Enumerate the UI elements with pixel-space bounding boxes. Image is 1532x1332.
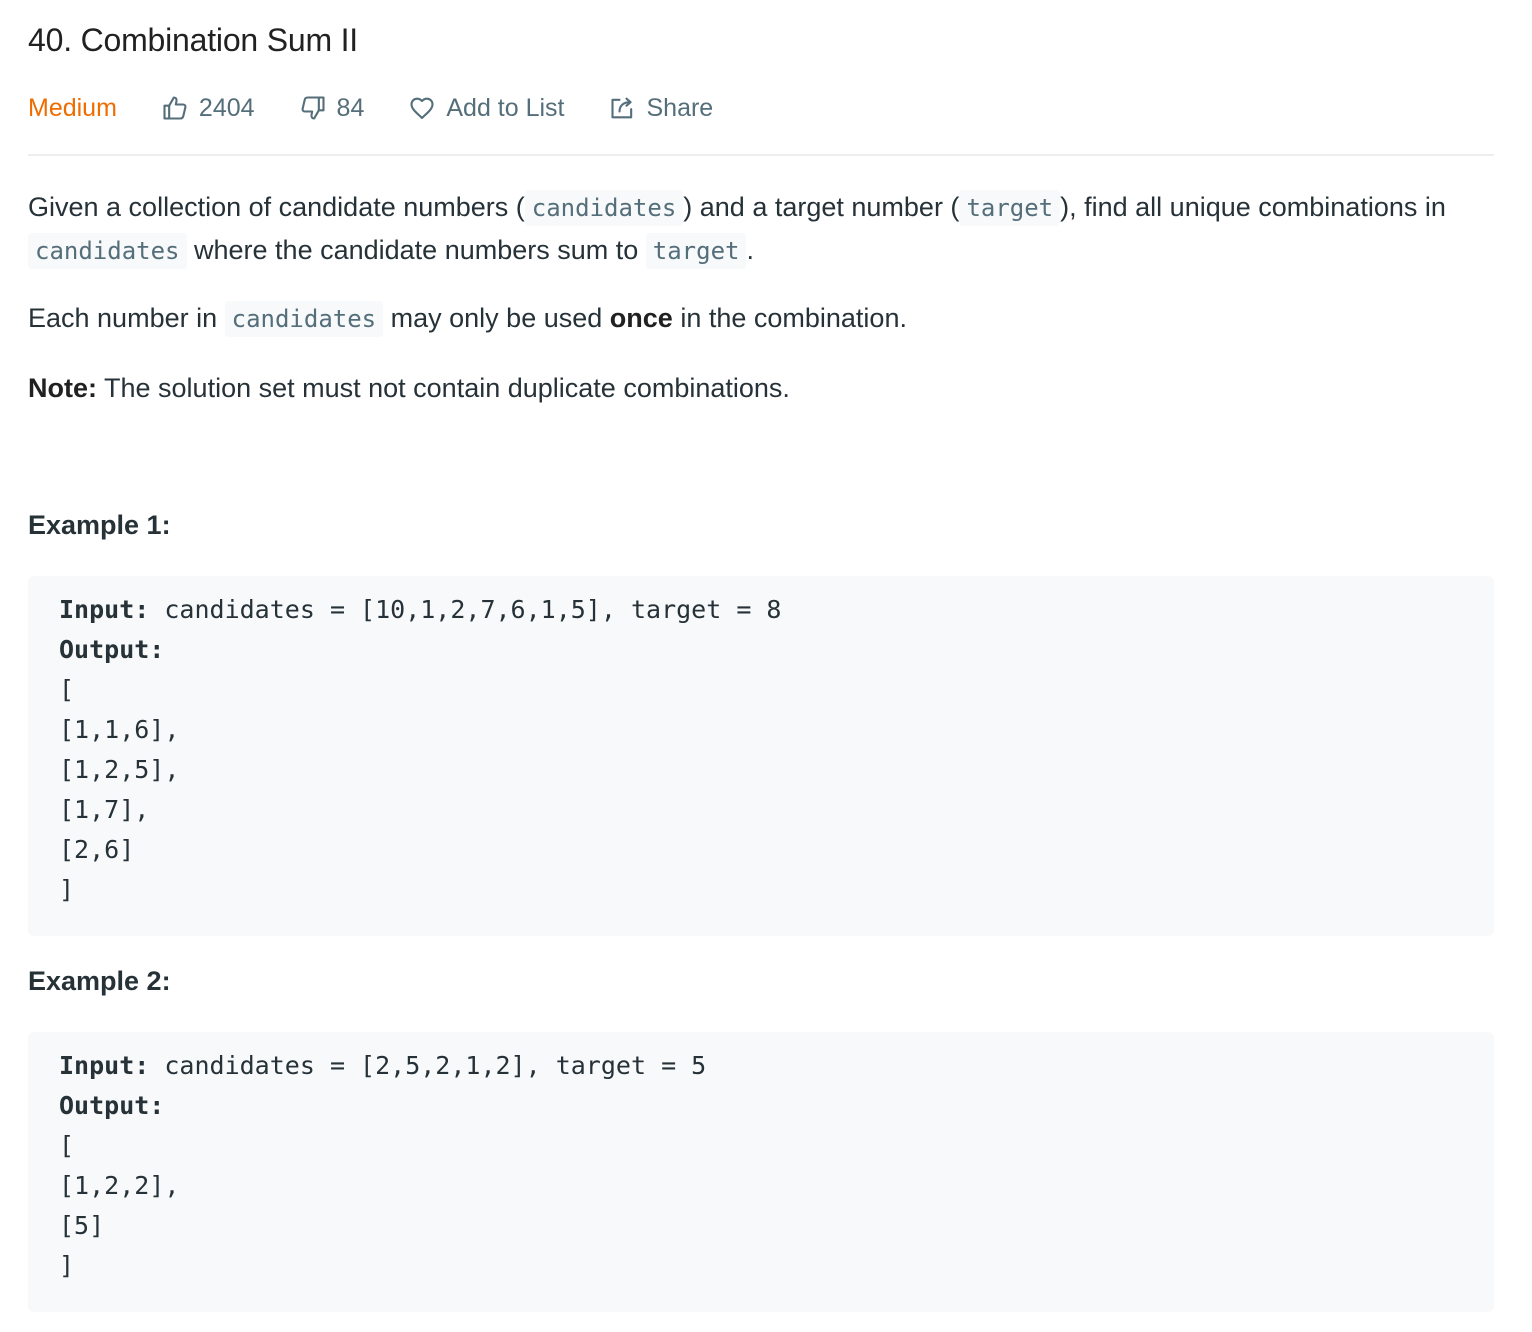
difficulty-badge: Medium bbox=[28, 93, 117, 122]
output-line: ] bbox=[59, 1251, 75, 1280]
example-1-title: Example 1: bbox=[28, 510, 171, 540]
text-segment: may only be used bbox=[390, 303, 603, 333]
note-text: The solution set must not contain duplic… bbox=[104, 373, 790, 403]
text-segment: ) and a target number ( bbox=[683, 192, 960, 222]
example-2-title: Example 2: bbox=[28, 966, 171, 996]
share-label: Share bbox=[646, 93, 714, 122]
text-segment: where the candidate numbers sum to bbox=[194, 235, 639, 265]
output-line: [1,7], bbox=[59, 795, 150, 824]
text-segment: Each number in bbox=[28, 303, 218, 333]
example-output-line: Output: bbox=[59, 1086, 1494, 1126]
header-divider bbox=[28, 154, 1494, 156]
output-line: [5] bbox=[59, 1211, 105, 1240]
text-segment: in the combination. bbox=[680, 303, 907, 333]
output-line: [2,6] bbox=[59, 835, 135, 864]
output-line: [ bbox=[59, 1131, 75, 1160]
input-value: candidates = [10,1,2,7,6,1,5], target = … bbox=[164, 595, 782, 624]
text-segment: . bbox=[746, 235, 754, 265]
emphasis-once: once bbox=[609, 303, 673, 333]
thumbs-down-icon bbox=[301, 96, 325, 120]
problem-title: 40. Combination Sum II bbox=[28, 22, 358, 58]
inline-code-target: target bbox=[959, 190, 1061, 226]
output-line: [1,1,6], bbox=[59, 715, 180, 744]
problem-meta-bar: Medium 2404 84 Add to List Share bbox=[28, 88, 713, 128]
input-label: Input: bbox=[59, 595, 150, 624]
inline-code-candidates: candidates bbox=[28, 233, 187, 269]
inline-code-target: target bbox=[645, 233, 747, 269]
text-segment: ), find all unique combinations in bbox=[1060, 192, 1446, 222]
description-paragraph-1: Given a collection of candidate numbers … bbox=[28, 186, 1468, 272]
dislikes-count: 84 bbox=[336, 93, 365, 122]
output-line: [1,2,2], bbox=[59, 1171, 180, 1200]
example-1-code-block: Input: candidates = [10,1,2,7,6,1,5], ta… bbox=[28, 576, 1494, 936]
input-label: Input: bbox=[59, 1051, 150, 1080]
output-line: [ bbox=[59, 675, 75, 704]
input-value: candidates = [2,5,2,1,2], target = 5 bbox=[164, 1051, 707, 1080]
thumbs-up-icon bbox=[163, 96, 187, 120]
heart-icon bbox=[410, 97, 434, 119]
add-to-list-button[interactable]: Add to List bbox=[408, 93, 565, 123]
like-button[interactable]: 2404 bbox=[161, 94, 255, 123]
likes-count: 2404 bbox=[198, 93, 255, 122]
note-label: Note: bbox=[28, 373, 97, 403]
share-button[interactable]: Share bbox=[609, 93, 714, 123]
add-to-list-label: Add to List bbox=[446, 93, 565, 122]
inline-code-candidates: candidates bbox=[524, 190, 684, 226]
inline-code-candidates: candidates bbox=[224, 301, 384, 337]
text-segment: Given a collection of candidate numbers … bbox=[28, 192, 525, 222]
example-input-line: Input: candidates = [10,1,2,7,6,1,5], ta… bbox=[59, 590, 1494, 630]
description-paragraph-2: Each number in candidates may only be us… bbox=[28, 297, 1468, 340]
output-line: ] bbox=[59, 875, 75, 904]
example-input-line: Input: candidates = [2,5,2,1,2], target … bbox=[59, 1046, 1494, 1086]
output-label: Output: bbox=[59, 1091, 165, 1120]
example-2-code-block: Input: candidates = [2,5,2,1,2], target … bbox=[28, 1032, 1494, 1312]
output-line: [1,2,5], bbox=[59, 755, 180, 784]
share-icon bbox=[610, 97, 632, 119]
dislike-button[interactable]: 84 bbox=[299, 93, 365, 123]
output-label: Output: bbox=[59, 635, 165, 664]
example-output-line: Output: bbox=[59, 630, 1494, 670]
description-note: Note: The solution set must not contain … bbox=[28, 367, 1468, 409]
